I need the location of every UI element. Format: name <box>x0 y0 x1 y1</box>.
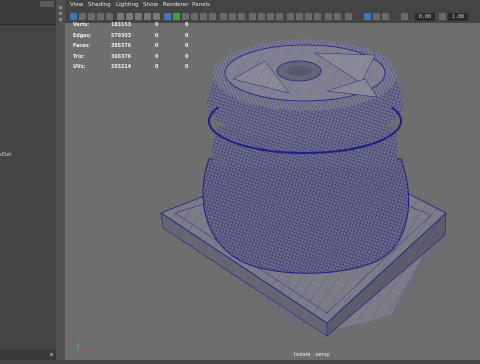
left-panel: dSet <box>0 0 56 360</box>
single-view-icon[interactable] <box>382 13 389 20</box>
hud-value: 395376 <box>111 44 132 49</box>
hud-label: Edges: <box>73 33 92 39</box>
left-panel-label: dSet <box>0 152 12 158</box>
screen-space-ao-icon[interactable] <box>249 13 256 20</box>
hud-value: 579303 <box>111 33 132 39</box>
axis-gizmo-icon <box>74 343 85 355</box>
color-management-icon[interactable] <box>314 13 321 20</box>
grip-dot-icon <box>59 12 62 15</box>
camera-attributes-icon[interactable] <box>79 13 86 20</box>
grip-dot-icon <box>59 6 62 9</box>
film-gate-icon[interactable] <box>135 13 142 20</box>
pot-body <box>202 158 410 274</box>
motion-blur-icon[interactable] <box>258 13 265 20</box>
hud-value: 0 <box>155 54 159 60</box>
hud-value: 0 <box>155 23 159 28</box>
bookmark-icon[interactable] <box>88 13 95 20</box>
wireframe-on-shaded-icon[interactable] <box>182 13 189 20</box>
hud-value: 365376 <box>111 54 132 60</box>
hud-value: 0 <box>185 33 189 39</box>
layout-icon[interactable] <box>373 13 380 20</box>
hud-label: Verts: <box>73 23 90 28</box>
hud-value: 0 <box>155 65 159 70</box>
left-panel-footer <box>0 350 56 360</box>
left-panel-header <box>0 0 56 25</box>
textured-icon[interactable] <box>191 13 198 20</box>
hud-value: 203214 <box>111 65 132 70</box>
gate-mask-icon[interactable] <box>153 13 160 20</box>
hud-value: 0 <box>185 23 189 28</box>
hud-value: 183153 <box>111 23 132 28</box>
hud-value: 0 <box>155 33 159 39</box>
depth-of-field-icon[interactable] <box>276 13 283 20</box>
wireframe-icon[interactable] <box>164 13 171 20</box>
sun-icon[interactable] <box>305 13 312 20</box>
menu-shading[interactable]: Shading <box>88 2 111 8</box>
exposure-icon[interactable] <box>325 13 332 20</box>
exposure-field[interactable]: 0.00 <box>415 13 435 21</box>
menu-renderer[interactable]: Renderer <box>163 2 189 8</box>
smooth-shade-icon[interactable] <box>173 13 180 20</box>
hud-icon[interactable] <box>296 13 303 20</box>
gamma-icon[interactable] <box>334 13 341 20</box>
hud-label: Faces: <box>73 44 91 49</box>
hud-label: UVs: <box>73 65 86 70</box>
hud-value: 0 <box>185 54 189 60</box>
hud-label: Tris: <box>73 54 85 60</box>
lights-icon[interactable] <box>200 13 207 20</box>
anti-aliasing-icon[interactable] <box>267 13 274 20</box>
grease-pencil-icon[interactable] <box>117 13 124 20</box>
footer-dot-icon <box>50 353 53 356</box>
image-plane-icon[interactable] <box>97 13 104 20</box>
xray-components-icon[interactable] <box>238 13 245 20</box>
xray-joints-icon[interactable] <box>229 13 236 20</box>
select-camera-icon[interactable] <box>70 13 77 20</box>
two-d-pan-icon[interactable] <box>106 13 113 20</box>
isolate-select-icon[interactable] <box>287 13 294 20</box>
view-transform-icon[interactable] <box>345 13 352 20</box>
menu-lighting[interactable]: Lighting <box>116 2 139 8</box>
viewport-panel: View Shading Lighting Show Renderer Pane… <box>65 0 480 360</box>
left-panel-tab[interactable] <box>40 1 54 7</box>
3d-viewport[interactable]: Verts: 183153 0 0 Edges: 579303 0 0 Face… <box>65 23 480 360</box>
hud-value: 0 <box>155 44 159 49</box>
exposure-sun-icon[interactable] <box>401 13 408 20</box>
pot-top <box>213 39 397 111</box>
xray-icon[interactable] <box>220 13 227 20</box>
gamma-field-icon[interactable] <box>439 13 446 20</box>
toggle-panel-icon[interactable] <box>364 13 371 20</box>
resolution-gate-icon[interactable] <box>144 13 151 20</box>
hud-value: 0 <box>185 44 189 49</box>
camera-label: Isolate : persp <box>294 352 330 358</box>
grip-dot-icon <box>59 18 62 21</box>
hud-value: 0 <box>185 65 189 70</box>
panel-divider[interactable] <box>56 0 65 360</box>
panel-menubar: View Shading Lighting Show Renderer Pane… <box>65 0 480 11</box>
menu-panels[interactable]: Panels <box>192 2 210 8</box>
menu-show[interactable]: Show <box>143 2 158 8</box>
grid-icon[interactable] <box>126 13 133 20</box>
mesh-canvas <box>160 39 447 337</box>
gamma-field[interactable]: 1.00 <box>448 13 468 21</box>
menu-view[interactable]: View <box>70 2 83 8</box>
shadows-icon[interactable] <box>209 13 216 20</box>
